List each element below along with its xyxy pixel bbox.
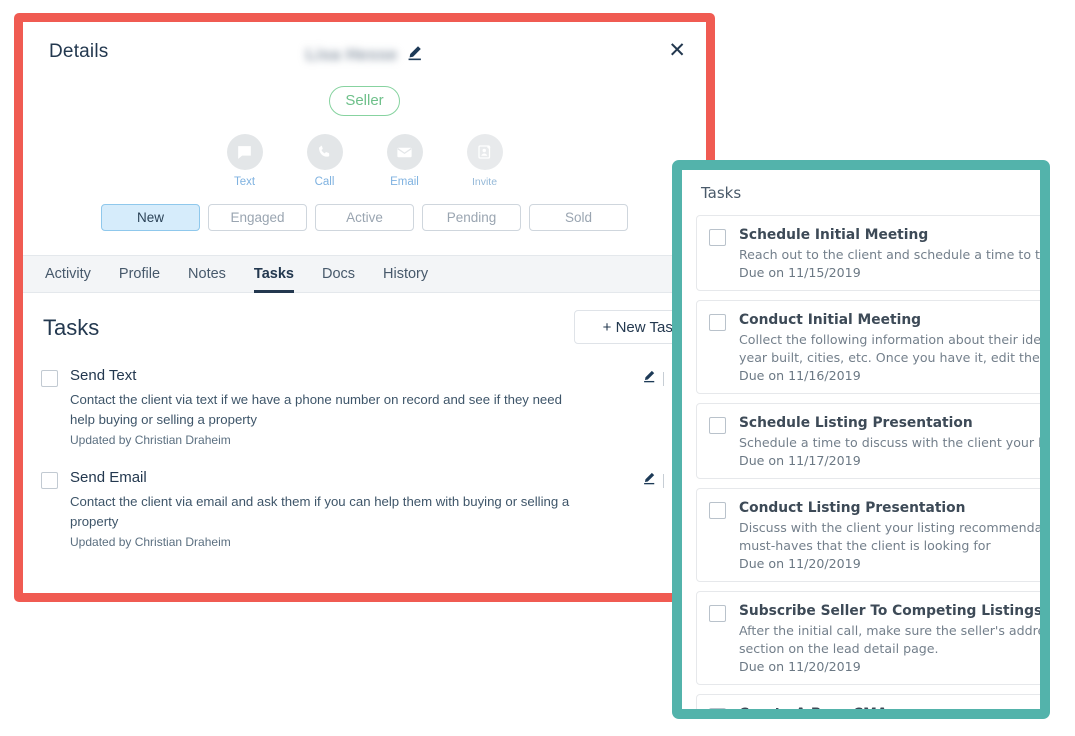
tab-notes[interactable]: Notes <box>174 255 240 293</box>
tab-docs[interactable]: Docs <box>308 255 369 293</box>
task-checkbox[interactable] <box>709 708 726 709</box>
action-call[interactable]: Call <box>297 134 353 188</box>
task-checkbox[interactable] <box>709 417 726 435</box>
action-invite[interactable]: Invite <box>457 134 513 188</box>
list-item[interactable]: Subscribe Seller To Competing Listings A… <box>696 591 1040 686</box>
tasks-heading: Tasks <box>43 315 100 340</box>
task-title: Send Email <box>70 469 147 487</box>
action-text[interactable]: Text <box>217 134 273 188</box>
user-add-icon <box>466 134 503 170</box>
tasks-template-panel: Tasks Schedule Initial Meeting Reach out… <box>672 160 1050 719</box>
task-checkbox[interactable] <box>709 502 726 520</box>
task-list: Send Text Contact the client via text if… <box>23 367 706 593</box>
envelope-icon <box>386 134 423 170</box>
list-item[interactable]: Create A Base CMA Create a CMA based off… <box>696 694 1040 709</box>
list-item[interactable]: Schedule Listing Presentation Schedule a… <box>696 403 1040 480</box>
pencil-icon[interactable] <box>406 44 423 66</box>
close-icon[interactable]: ✕ <box>668 40 686 61</box>
tasks-template-content: Tasks Schedule Initial Meeting Reach out… <box>682 170 1040 709</box>
task-meta: Updated by Christian Draheim <box>70 535 231 550</box>
lead-type-row: Seller <box>23 86 706 116</box>
list-item[interactable]: Schedule Initial Meeting Reach out to th… <box>696 215 1040 292</box>
tasks-panel-heading: Tasks <box>701 184 742 202</box>
task-row: Send Email Contact the client via email … <box>23 469 706 549</box>
task-description: Contact the client via text if we have a… <box>70 392 562 427</box>
phone-icon <box>306 134 343 170</box>
task-description: Discuss with the client your listing rec… <box>739 520 1040 554</box>
action-call-label: Call <box>314 176 335 188</box>
tab-history[interactable]: History <box>369 255 442 293</box>
details-header: Details Lisa Hesse ✕ <box>23 22 706 74</box>
task-title: Schedule Listing Presentation <box>739 415 973 432</box>
task-checkbox[interactable] <box>41 472 58 490</box>
lead-details-panel: Details Lisa Hesse ✕ Seller Text Call Em… <box>14 13 715 602</box>
task-due-date: Due on 11/15/2019 <box>739 265 861 281</box>
task-due-date: Due on 11/17/2019 <box>739 453 861 469</box>
pencil-icon[interactable] <box>642 369 656 388</box>
status-option-new[interactable]: New <box>101 204 200 231</box>
action-email-label: Email <box>390 176 419 188</box>
task-checkbox[interactable] <box>709 314 726 332</box>
action-text-label: Text <box>233 176 256 188</box>
task-description: Collect the following information about … <box>739 332 1040 366</box>
task-title: Create A Base CMA <box>739 706 1040 709</box>
list-item[interactable]: Conduct Initial Meeting Collect the foll… <box>696 300 1040 395</box>
icon-divider <box>663 473 664 488</box>
pencil-icon[interactable] <box>642 471 656 490</box>
task-description: Reach out to the client and schedule a t… <box>739 247 1040 263</box>
lead-status-selector: New Engaged Active Pending Sold <box>23 204 706 231</box>
status-option-active[interactable]: Active <box>315 204 414 231</box>
status-option-engaged[interactable]: Engaged <box>208 204 307 231</box>
lead-name: Lisa Hesse <box>305 45 398 64</box>
task-description: After the initial call, make sure the se… <box>739 623 1040 657</box>
task-row: Send Text Contact the client via text if… <box>23 367 706 447</box>
list-item[interactable]: Conduct Listing Presentation Discuss wit… <box>696 488 1040 583</box>
status-option-sold[interactable]: Sold <box>529 204 628 231</box>
task-title: Schedule Initial Meeting <box>739 227 929 243</box>
tasks-section-header: Tasks + New Task <box>23 307 706 359</box>
tasks-template-list: Schedule Initial Meeting Reach out to th… <box>696 215 1040 709</box>
task-description: Schedule a time to discuss with the clie… <box>739 435 1040 451</box>
task-title: Send Text <box>70 367 137 384</box>
status-option-pending[interactable]: Pending <box>422 204 521 231</box>
action-invite-label: Invite <box>471 176 498 188</box>
task-due-date: Due on 11/20/2019 <box>739 659 861 675</box>
task-checkbox[interactable] <box>41 370 58 387</box>
icon-divider <box>663 371 664 386</box>
lead-details-content: Details Lisa Hesse ✕ Seller Text Call Em… <box>23 22 706 593</box>
tab-profile[interactable]: Profile <box>105 255 174 293</box>
task-title: Conduct Initial Meeting <box>739 312 922 329</box>
quick-actions: Text Call Email Invite <box>23 134 706 188</box>
task-title: Subscribe Seller To Competing Listings <box>739 603 1040 620</box>
screenshot-root: Details Lisa Hesse ✕ Seller Text Call Em… <box>0 0 1075 736</box>
action-email[interactable]: Email <box>377 134 433 188</box>
task-checkbox[interactable] <box>709 229 726 246</box>
task-title: Conduct Listing Presentation <box>739 500 966 517</box>
task-checkbox[interactable] <box>709 605 726 623</box>
task-due-date: Due on 11/20/2019 <box>739 556 861 572</box>
status-badge: Seller <box>329 86 400 116</box>
task-description: Contact the client via email and ask the… <box>70 494 570 529</box>
chat-bubble-icon <box>226 134 263 170</box>
task-due-date: Due on 11/16/2019 <box>739 368 861 384</box>
tab-tasks[interactable]: Tasks <box>240 255 308 293</box>
lead-name-row: Lisa Hesse <box>23 44 706 66</box>
details-tabbar: Activity Profile Notes Tasks Docs Histor… <box>23 255 706 293</box>
task-meta: Updated by Christian Draheim <box>70 433 231 448</box>
tab-activity[interactable]: Activity <box>31 255 105 293</box>
